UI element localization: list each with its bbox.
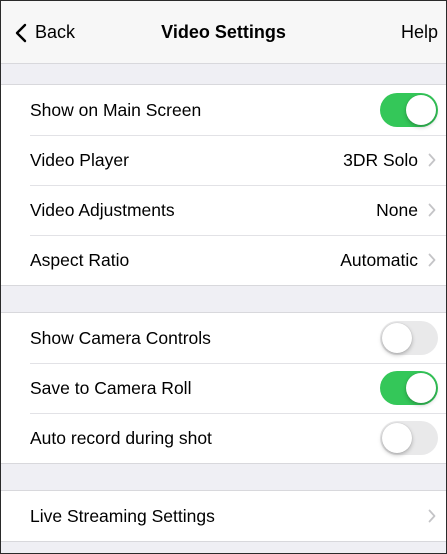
settings-group-camera: Show Camera Controls Save to Camera Roll… <box>1 312 446 464</box>
chevron-right-icon <box>426 153 438 167</box>
chevron-right-icon <box>426 253 438 267</box>
row-video-player[interactable]: Video Player 3DR Solo <box>1 135 446 185</box>
chevron-left-icon <box>15 23 27 42</box>
row-show-on-main-screen: Show on Main Screen <box>1 85 446 135</box>
row-label: Show Camera Controls <box>30 327 211 348</box>
back-button[interactable]: Back <box>15 1 75 64</box>
row-value: None <box>376 199 418 220</box>
row-label: Video Player <box>30 149 129 170</box>
row-save-to-camera-roll: Save to Camera Roll <box>1 363 446 413</box>
chevron-right-icon <box>426 203 438 217</box>
row-auto-record: Auto record during shot <box>1 413 446 463</box>
settings-group-video: Show on Main Screen Video Player 3DR Sol… <box>1 84 446 286</box>
row-label: Show on Main Screen <box>30 99 202 120</box>
row-label: Auto record during shot <box>30 427 212 448</box>
auto-record-toggle[interactable] <box>380 421 438 455</box>
row-live-streaming-settings[interactable]: Live Streaming Settings <box>1 491 446 541</box>
row-value: Automatic <box>340 249 418 270</box>
toggle-knob <box>382 423 412 453</box>
row-show-camera-controls: Show Camera Controls <box>1 313 446 363</box>
chevron-right-icon <box>426 509 438 523</box>
show-camera-controls-toggle[interactable] <box>380 321 438 355</box>
row-label: Aspect Ratio <box>30 249 130 270</box>
show-on-main-screen-toggle[interactable] <box>380 93 438 127</box>
toggle-knob <box>382 323 412 353</box>
video-settings-screen: Back Video Settings Help Show on Main Sc… <box>0 0 447 554</box>
toggle-knob <box>406 373 436 403</box>
help-button[interactable]: Help <box>401 1 438 64</box>
save-to-camera-roll-toggle[interactable] <box>380 371 438 405</box>
row-value: 3DR Solo <box>343 149 418 170</box>
row-aspect-ratio[interactable]: Aspect Ratio Automatic <box>1 235 446 285</box>
navigation-bar: Back Video Settings Help <box>1 1 446 64</box>
row-label: Video Adjustments <box>30 199 175 220</box>
row-video-adjustments[interactable]: Video Adjustments None <box>1 185 446 235</box>
settings-group-streaming: Live Streaming Settings <box>1 490 446 542</box>
toggle-knob <box>406 95 436 125</box>
row-label: Save to Camera Roll <box>30 377 192 398</box>
row-label: Live Streaming Settings <box>30 505 215 526</box>
back-label: Back <box>35 22 76 42</box>
